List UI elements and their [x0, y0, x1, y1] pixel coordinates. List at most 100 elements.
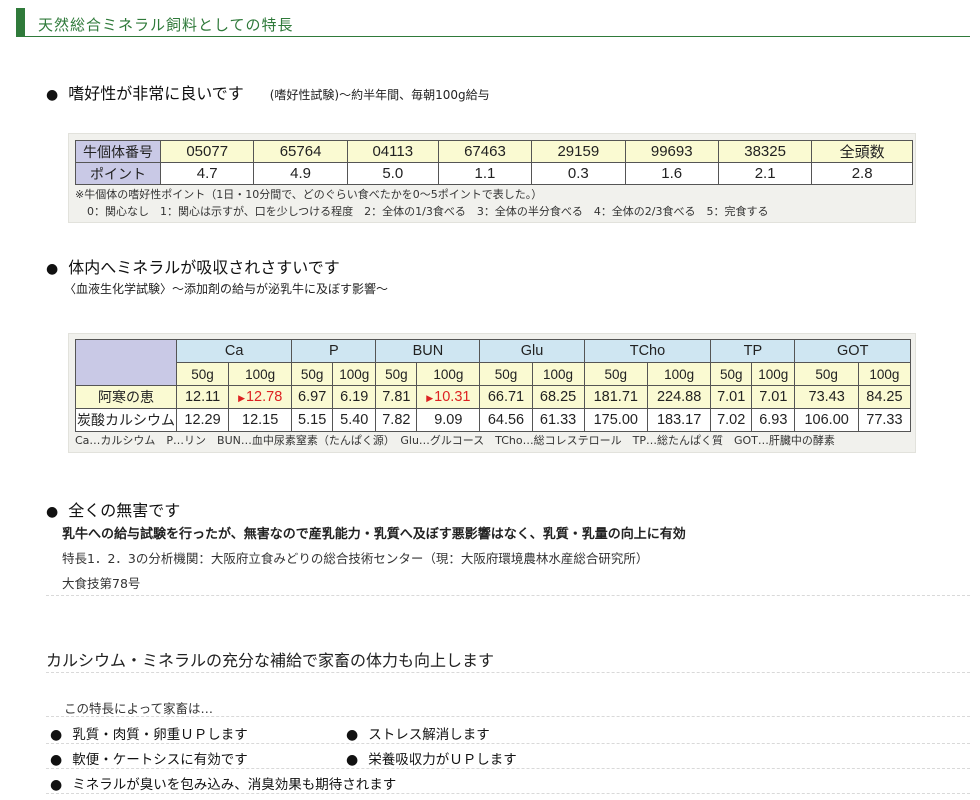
dose-header: 50g — [710, 362, 753, 386]
table-cell: 2.8 — [811, 162, 913, 185]
abbreviation-legend: Ca…カルシウム P…リン BUN…血中尿素窒素（たんぱく源） Glu…グルコー… — [75, 434, 835, 447]
table-cell: 04113 — [346, 140, 439, 163]
palatability-panel: 牛個体番号 05077 65764 04113 67463 29159 9969… — [68, 133, 916, 223]
bullet-icon: ● — [50, 777, 63, 793]
dose-header: 100g — [857, 362, 912, 386]
table-cell: 4.9 — [253, 162, 348, 185]
table-cell: 1.6 — [624, 162, 719, 185]
table-cell: 106.00 — [794, 408, 859, 432]
table-row: 炭酸カルシウム 12.29 12.15 5.15 5.40 7.82 9.09 … — [75, 408, 912, 432]
table-cell: 175.00 — [583, 408, 648, 432]
table-cell: 7.01 — [751, 385, 796, 409]
dose-header: 100g — [531, 362, 585, 386]
table-cell: 5.40 — [332, 408, 377, 432]
table-cell: 0.3 — [531, 162, 626, 185]
table-cell: 9.09 — [416, 408, 481, 432]
section2-heading: ● 体内へミネラルが吸収されさすいです — [46, 258, 340, 277]
dose-header: 100g — [416, 362, 481, 386]
section3-heading: ● 全くの無害です — [46, 501, 181, 520]
column-group-header: Glu — [479, 339, 585, 363]
section1-heading: ● 嗜好性が非常に良いです (嗜好性試験)～約半年間、毎朝100g給与 — [46, 84, 490, 103]
section4-heading: カルシウム・ミネラルの充分な補給で家畜の体力も向上します — [46, 651, 495, 670]
column-group-header: GOT — [794, 339, 911, 363]
palatability-table: 牛個体番号 05077 65764 04113 67463 29159 9969… — [75, 140, 913, 185]
dose-header: 50g — [175, 362, 230, 386]
dose-header: 100g — [332, 362, 377, 386]
analysis-institution: 特長1．2．3の分析機関：大阪府立食みどりの総合技術センター（現：大阪府環境農林… — [62, 551, 649, 566]
table-row: Ca P BUN Glu TCho TP GOT — [75, 339, 911, 386]
table-cell: 68.25 — [531, 385, 585, 409]
table-cell: 2.1 — [717, 162, 813, 185]
feature-item: ● ミネラルが臭いを包み込み、消臭効果も期待されます — [50, 777, 397, 793]
divider — [46, 743, 970, 744]
table-cell: 6.19 — [332, 385, 377, 409]
table-cell: 181.71 — [583, 385, 648, 409]
column-group-header: TCho — [583, 339, 712, 363]
dose-header: 100g — [646, 362, 712, 386]
row-label: 炭酸カルシウム — [75, 408, 177, 432]
table-cell: 5.15 — [291, 408, 334, 432]
divider — [46, 672, 970, 673]
table-cell: 12.29 — [175, 408, 230, 432]
page-title: 天然総合ミネラル飼料としての特長 — [38, 16, 294, 34]
table-cell: 12.15 — [228, 408, 293, 432]
feature-item: ● ストレス解消します — [346, 727, 490, 743]
bullet-icon: ● — [346, 752, 359, 768]
column-group-header: TP — [710, 339, 796, 363]
feature-item: ● 軟便・ケートシスに有効です — [50, 752, 248, 768]
table-cell-highlight: ▶12.78 — [228, 385, 293, 409]
section2-subtitle: 〈血液生化学試験〉～添加剤の給与が泌乳牛に及ぼす影響～ — [64, 282, 389, 296]
divider — [46, 768, 970, 769]
dose-header: 50g — [375, 362, 418, 386]
triangle-marker-icon: ▶ — [426, 393, 434, 403]
triangle-marker-icon: ▶ — [238, 393, 245, 403]
footnote-1: ※牛個体の嗜好性ポイント（1日・10分間で、どのぐらい食べたかを0～5ポイントで… — [75, 188, 543, 201]
table-cell: 全頭数 — [811, 140, 913, 163]
table-corner — [75, 339, 177, 386]
divider — [46, 793, 970, 794]
bullet-icon: ● — [46, 87, 59, 103]
section1-note: (嗜好性試験)～約半年間、毎朝100g給与 — [269, 88, 490, 102]
table-cell: 7.01 — [710, 385, 753, 409]
dose-header: 50g — [479, 362, 533, 386]
dose-header: 50g — [794, 362, 859, 386]
table-row: 牛個体番号 05077 65764 04113 67463 29159 9969… — [75, 140, 913, 163]
blood-test-panel: Ca P BUN Glu TCho TP GOT 50g 100g 50g 100g… — [68, 333, 916, 453]
footnote-2: 0：関心なし 1：関心は示すが、口を少しつける程度 2：全体の1/3食べる 3：… — [87, 205, 769, 218]
row-label: ポイント — [75, 162, 161, 185]
table-cell: 224.88 — [646, 385, 712, 409]
header-accent-bar — [16, 8, 25, 36]
certificate-number: 大食技第78号 — [62, 576, 141, 591]
blood-test-table: Ca P BUN Glu TCho TP GOT 50g 100g 50g 100g… — [75, 339, 912, 432]
table-cell: 5.0 — [346, 162, 439, 185]
dose-header: 100g — [751, 362, 796, 386]
divider — [46, 595, 970, 596]
table-cell: 183.17 — [646, 408, 712, 432]
dose-header: 50g — [583, 362, 648, 386]
table-cell: 84.25 — [857, 385, 912, 409]
row-label: 牛個体番号 — [75, 140, 161, 163]
table-cell: 7.02 — [710, 408, 753, 432]
page-header: 天然総合ミネラル飼料としての特長 — [16, 8, 970, 37]
table-cell: 66.71 — [479, 385, 533, 409]
column-group-header: Ca — [175, 339, 293, 363]
bullet-icon: ● — [50, 752, 63, 768]
table-cell: 05077 — [159, 140, 255, 163]
table-cell: 4.7 — [159, 162, 255, 185]
column-group-header: BUN — [375, 339, 481, 363]
dose-header: 50g — [291, 362, 334, 386]
table-cell: 64.56 — [479, 408, 533, 432]
section3-bold-line: 乳牛への給与試験を行ったが、無害なので産乳能力・乳質へ及ぼす悪影響はなく、乳質・… — [62, 527, 686, 542]
bullet-icon: ● — [50, 727, 63, 743]
dose-header: 100g — [228, 362, 293, 386]
feature-intro: この特長によって家畜は… — [64, 701, 214, 716]
table-cell: 73.43 — [794, 385, 859, 409]
bullet-icon: ● — [346, 727, 359, 743]
table-row: 阿寒の恵 12.11 ▶12.78 6.97 6.19 7.81 ▶10.31 … — [75, 385, 912, 409]
table-cell: 29159 — [531, 140, 626, 163]
table-cell: 67463 — [437, 140, 533, 163]
table-cell: 6.93 — [751, 408, 796, 432]
table-cell: 12.11 — [175, 385, 230, 409]
table-cell: 7.82 — [375, 408, 418, 432]
table-cell: 77.33 — [857, 408, 912, 432]
